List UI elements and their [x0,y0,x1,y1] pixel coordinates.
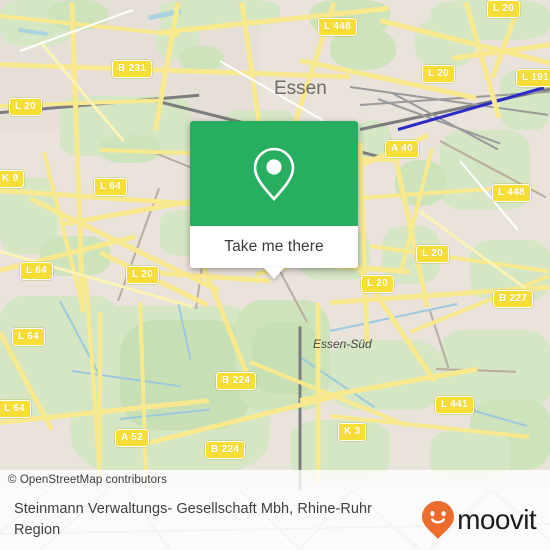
map-place-label: Essen-Süd [313,337,372,351]
road-shield: L 20 [126,266,160,284]
road-shield: B 224 [216,372,257,390]
take-me-there-label: Take me there [224,238,324,255]
road-shield: L 191 [516,69,550,87]
road-shield: B 224 [205,441,246,459]
moovit-brand[interactable]: moovit [421,500,537,540]
road-shield: L 20 [9,98,43,116]
popup-tail [263,267,285,279]
road-shield: L 64 [94,178,128,196]
road-shield: L 64 [0,400,32,418]
map-railway [298,326,302,490]
road-shield: L 20 [361,275,395,293]
map-place-label: Essen [274,78,327,99]
road-shield: K 9 [0,170,25,188]
road-shield: B 231 [112,60,153,78]
road-shield: L 20 [416,245,450,263]
moovit-pin-smile-icon [422,501,455,539]
map-page: Essen Essen-Süd L 448 L 20 L 20 L 191 B … [0,0,550,550]
location-popup[interactable]: Take me there [190,121,358,279]
road-shield: A 52 [115,429,149,447]
road-shield: B 227 [493,290,534,308]
moovit-wordmark: moovit [457,504,536,535]
road-shield: L 20 [487,0,521,18]
road-shield: L 20 [422,65,456,83]
road-shield: L 64 [12,328,46,346]
page-footer: Steinmann Verwaltungs- Gesellschaft Mbh,… [0,490,550,550]
popup-image-panel [190,121,358,226]
road-shield: L 64 [20,262,54,280]
popup-action-bar[interactable]: Take me there [190,226,358,279]
road-shield: L 441 [435,396,474,414]
road-shield: K 3 [338,423,367,441]
map-attribution[interactable]: © OpenStreetMap contributors [0,470,550,490]
road-shield: L 448 [492,184,531,202]
page-title: Steinmann Verwaltungs- Gesellschaft Mbh,… [14,500,372,538]
road-shield: A 40 [385,140,419,158]
road-shield: L 448 [318,18,357,36]
map-pin-icon [253,147,295,201]
